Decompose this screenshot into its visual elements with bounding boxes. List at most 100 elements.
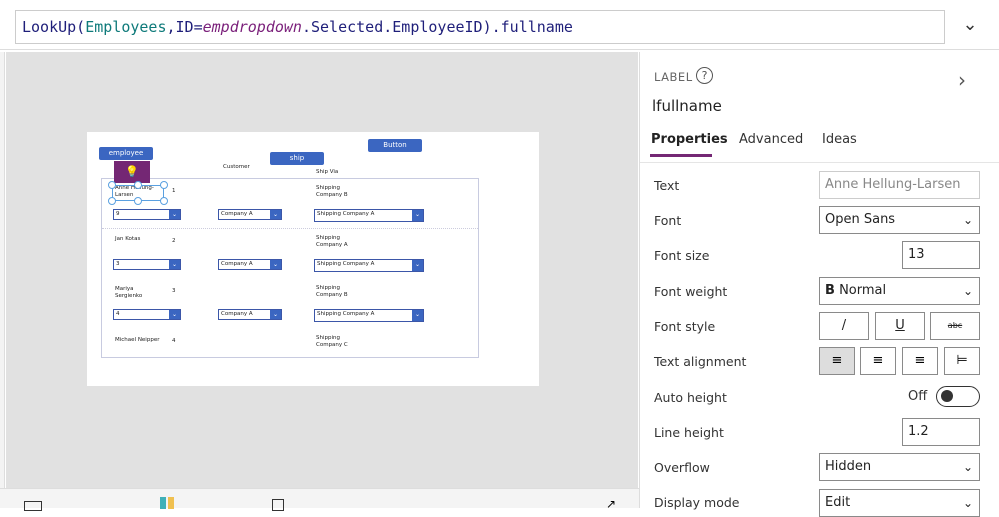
dropdown-value: Shipping Company A [317,311,375,317]
font-weight-dropdown[interactable]: B Normal ⌄ [819,277,980,305]
italic-button[interactable]: / [819,312,869,340]
chevron-down-icon: ⌄ [962,213,973,227]
display-mode-dropdown[interactable]: Edit ⌄ [819,489,980,517]
dropdown-value: 3 [116,261,120,267]
resize-handle[interactable] [134,197,142,205]
employee-dropdown[interactable]: 9 ⌄ [113,209,181,220]
line-height-input[interactable]: 1.2 [902,418,980,446]
ship-company: Shipping Company A [316,235,348,248]
auto-height-label: Auto height [654,390,727,405]
formula-table: Employees [85,18,167,36]
label-edit-icon[interactable] [272,499,284,511]
chevron-right-icon[interactable]: › [958,68,966,92]
font-dropdown[interactable]: Open Sans ⌄ [819,206,980,234]
font-style-label: Font style [654,319,716,334]
customer-dropdown[interactable]: Company A ⌄ [218,209,282,220]
ship-button[interactable]: ship [270,152,324,165]
employee-button[interactable]: employee [99,147,153,160]
resize-handle[interactable] [160,197,168,205]
employee-dropdown[interactable]: 3 ⌄ [113,259,181,270]
text-field[interactable]: Anne Hellung-Larsen [819,171,980,199]
overflow-value: Hidden [825,459,872,474]
expand-formula-chevron-icon[interactable]: ⌄ [955,14,985,40]
tab-ideas[interactable]: Ideas [822,132,857,147]
row-divider [102,228,478,229]
font-value: Open Sans [825,212,896,227]
tab-underline [650,154,712,157]
resize-handle[interactable] [134,181,142,189]
strikethrough-button[interactable]: abc [930,312,980,340]
ship-company: Shipping Company B [316,285,348,298]
tab-properties[interactable]: Properties [651,132,728,147]
ship-company: Shipping Company C [316,335,348,348]
chevron-down-icon: ⌄ [412,310,423,321]
resize-handle[interactable] [108,181,116,189]
ship-dropdown[interactable]: Shipping Company A ⌄ [314,309,424,322]
employee-id: 2 [172,238,176,244]
bold-icon: B [825,283,835,298]
dropdown-value: Company A [221,211,253,217]
underline-button[interactable]: U [875,312,925,340]
auto-height-value: Off [908,389,928,404]
font-weight-value: Normal [839,283,887,298]
control-name: lfullname [652,97,722,115]
bottom-bar: ↗ [0,488,639,511]
ship-dropdown[interactable]: Shipping Company A ⌄ [314,209,424,222]
formula-var: empdropdown [202,18,302,36]
resize-handle[interactable] [160,181,168,189]
gallery-icon[interactable] [160,497,166,509]
font-size-label: Font size [654,248,710,263]
formula-input[interactable]: LookUp(Employees,ID=empdropdown.Selected… [15,10,945,44]
chevron-down-icon: ⌄ [412,210,423,221]
align-center-icon[interactable]: ≡ [860,347,896,375]
employee-id: 4 [172,338,176,344]
control-type: LABEL [654,70,693,84]
resize-handle[interactable] [108,197,116,205]
dropdown-value: Shipping Company A [317,211,375,217]
formula-rest: .Selected.EmployeeID).fullname [301,18,573,36]
dropdown-value: Shipping Company A [317,261,375,267]
align-left-icon[interactable]: ≡ [819,347,855,375]
ship-dropdown[interactable]: Shipping Company A ⌄ [314,259,424,272]
screen-icon[interactable] [24,501,42,511]
align-right-icon[interactable]: ≡ [902,347,938,375]
dropdown-value: 4 [116,311,120,317]
line-height-label: Line height [654,425,724,440]
dropdown-value: Company A [221,261,253,267]
employee-name: Jan Kotas [115,235,141,242]
chevron-down-icon: ⌄ [270,260,281,269]
customer-header: Customer [223,164,250,170]
font-label: Font [654,213,682,228]
employee-dropdown[interactable]: 4 ⌄ [113,309,181,320]
generic-button[interactable]: Button [368,139,422,152]
text-alignment-label: Text alignment [654,354,747,369]
fullscreen-icon[interactable]: ↗ [606,497,616,511]
customer-dropdown[interactable]: Company A ⌄ [218,309,282,320]
left-strip [0,52,5,488]
help-icon[interactable]: ? [696,67,713,84]
chevron-down-icon: ⌄ [169,310,180,319]
employee-id: 1 [172,188,176,194]
overflow-dropdown[interactable]: Hidden ⌄ [819,453,980,481]
font-size-input[interactable]: 13 [902,241,980,269]
chevron-down-icon: ⌄ [169,260,180,269]
ship-company: Shipping Company B [316,185,348,198]
align-justify-icon[interactable]: ⊨ [944,347,980,375]
gallery-icon-part [168,497,174,509]
chevron-down-icon: ⌄ [962,496,973,510]
tab-advanced[interactable]: Advanced [739,132,803,147]
formula-fn: LookUp( [22,18,86,36]
chevron-down-icon: ⌄ [169,210,180,219]
customer-dropdown[interactable]: Company A ⌄ [218,259,282,270]
chevron-down-icon: ⌄ [412,260,423,271]
lightbulb-icon[interactable]: 💡 [114,161,150,183]
employee-name: Michael Neipper [115,336,160,343]
toggle-knob [941,390,953,402]
formula-mid: ,ID= [166,18,203,36]
employee-name: Mariya Sergienko [115,286,143,299]
chevron-down-icon: ⌄ [270,210,281,219]
auto-height-toggle[interactable] [936,386,980,407]
shipvia-header: Ship Via [316,169,339,175]
divider [640,162,999,163]
formula-bar: LookUp(Employees,ID=empdropdown.Selected… [0,0,999,50]
